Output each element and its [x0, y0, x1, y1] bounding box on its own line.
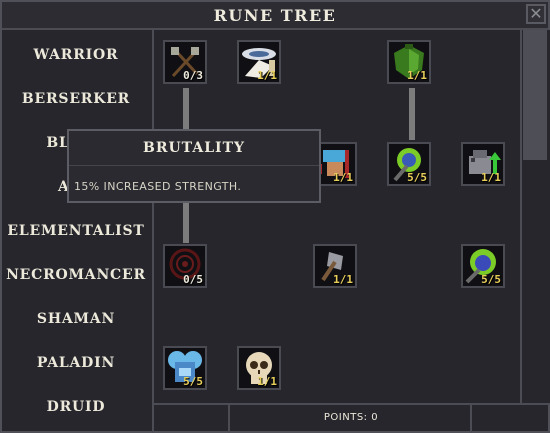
class-tab-berserker[interactable]: BERSERKER	[0, 91, 152, 107]
rune-node-war-axe[interactable]: 1/1	[313, 244, 357, 288]
rune-node-frost-helm[interactable]: 5/5	[163, 346, 207, 390]
rank-label: 1/1	[333, 171, 353, 184]
rank-label: 1/1	[257, 69, 277, 82]
rune-tooltip: BRUTALITY 15% INCREASED STRENGTH.	[67, 129, 321, 203]
footer-cell	[154, 405, 230, 433]
rank-label: 5/5	[183, 375, 203, 388]
class-tab-necromancer[interactable]: NECROMANCER	[0, 267, 152, 283]
class-tab-warrior[interactable]: WARRIOR	[0, 47, 152, 63]
rune-node-arcane-orb[interactable]: 5/5	[461, 244, 505, 288]
rune-node-red-rune[interactable]: 0/5	[163, 244, 207, 288]
rank-label: 0/5	[183, 273, 203, 286]
rune-node-skull[interactable]: 1/1	[237, 346, 281, 390]
class-tab-shaman[interactable]: SHAMAN	[0, 311, 152, 327]
rune-node-winged-blade[interactable]: 1/1	[237, 40, 281, 84]
rank-label: 1/1	[257, 375, 277, 388]
class-tab-paladin[interactable]: PALADIN	[0, 355, 152, 371]
rune-node-green-shield[interactable]: 1/1	[387, 40, 431, 84]
rune-node-crossed-axes[interactable]: 0/3	[163, 40, 207, 84]
rune-node-spiked-club[interactable]: 5/5	[387, 142, 431, 186]
rank-label: 1/1	[407, 69, 427, 82]
rank-label: 1/1	[481, 171, 501, 184]
class-tab-elementalist[interactable]: ELEMENTALIST	[0, 223, 152, 239]
rank-label: 5/5	[407, 171, 427, 184]
tooltip-title: BRUTALITY	[69, 131, 319, 166]
close-icon[interactable]: ✕	[526, 4, 546, 24]
class-tab-druid[interactable]: DRUID	[0, 399, 152, 415]
points-counter: POINTS: 0	[323, 412, 379, 423]
rank-label: 0/3	[183, 69, 203, 82]
class-list: WARRIOR BERSERKER BLADE ARC ELEMENTALIST…	[0, 30, 154, 433]
rune-node-strength-up[interactable]: 1/1	[461, 142, 505, 186]
window-title: RUNE TREE	[213, 6, 337, 25]
title-bar: RUNE TREE	[2, 2, 548, 30]
scrollbar-thumb[interactable]	[523, 30, 547, 160]
tree-link	[409, 88, 415, 140]
rank-label: 1/1	[333, 273, 353, 286]
rank-label: 5/5	[481, 273, 501, 286]
tooltip-description: 15% INCREASED STRENGTH.	[74, 180, 242, 193]
